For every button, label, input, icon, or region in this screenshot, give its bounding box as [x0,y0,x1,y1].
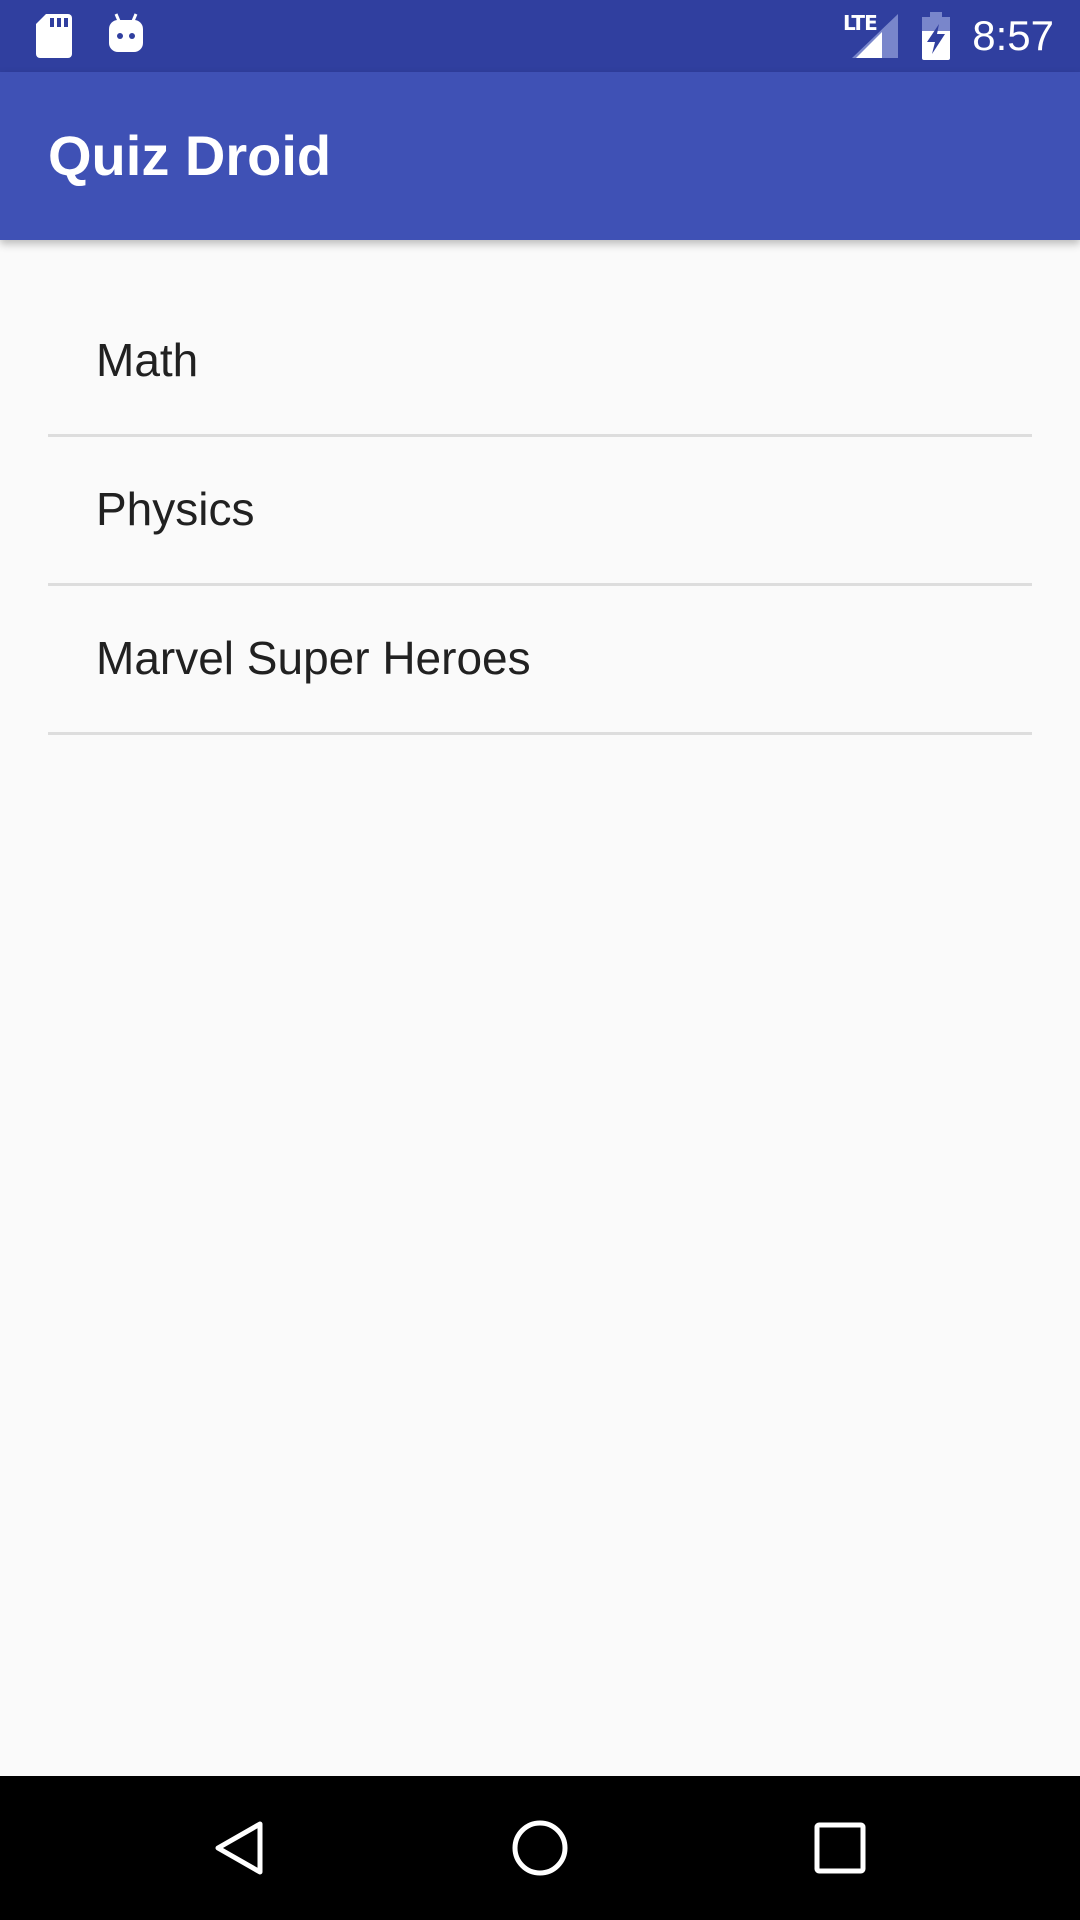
back-icon[interactable] [204,1812,276,1884]
sd-card-icon [36,14,72,58]
home-icon[interactable] [504,1812,576,1884]
clock: 8:57 [972,12,1054,59]
topic-item-marvel-super-heroes[interactable]: Marvel Super Heroes [48,586,1032,735]
battery-charging-icon [922,12,950,60]
topic-label: Marvel Super Heroes [96,632,531,684]
recents-icon[interactable] [804,1812,876,1884]
screen: LTE 8:57 Quiz Droid Math Physics Marvel … [0,0,1080,1920]
topic-item-math[interactable]: Math [48,288,1032,437]
topic-label: Physics [96,483,255,535]
topic-label: Math [96,334,199,386]
android-icon [109,13,143,52]
navigation-bar [0,1776,1080,1920]
topic-list: Math Physics Marvel Super Heroes [48,288,1032,735]
signal-icon [852,14,898,58]
status-bar: LTE 8:57 [0,0,1080,72]
app-bar: Quiz Droid [0,72,1080,240]
topic-item-physics[interactable]: Physics [48,437,1032,586]
app-title: Quiz Droid [48,124,332,187]
